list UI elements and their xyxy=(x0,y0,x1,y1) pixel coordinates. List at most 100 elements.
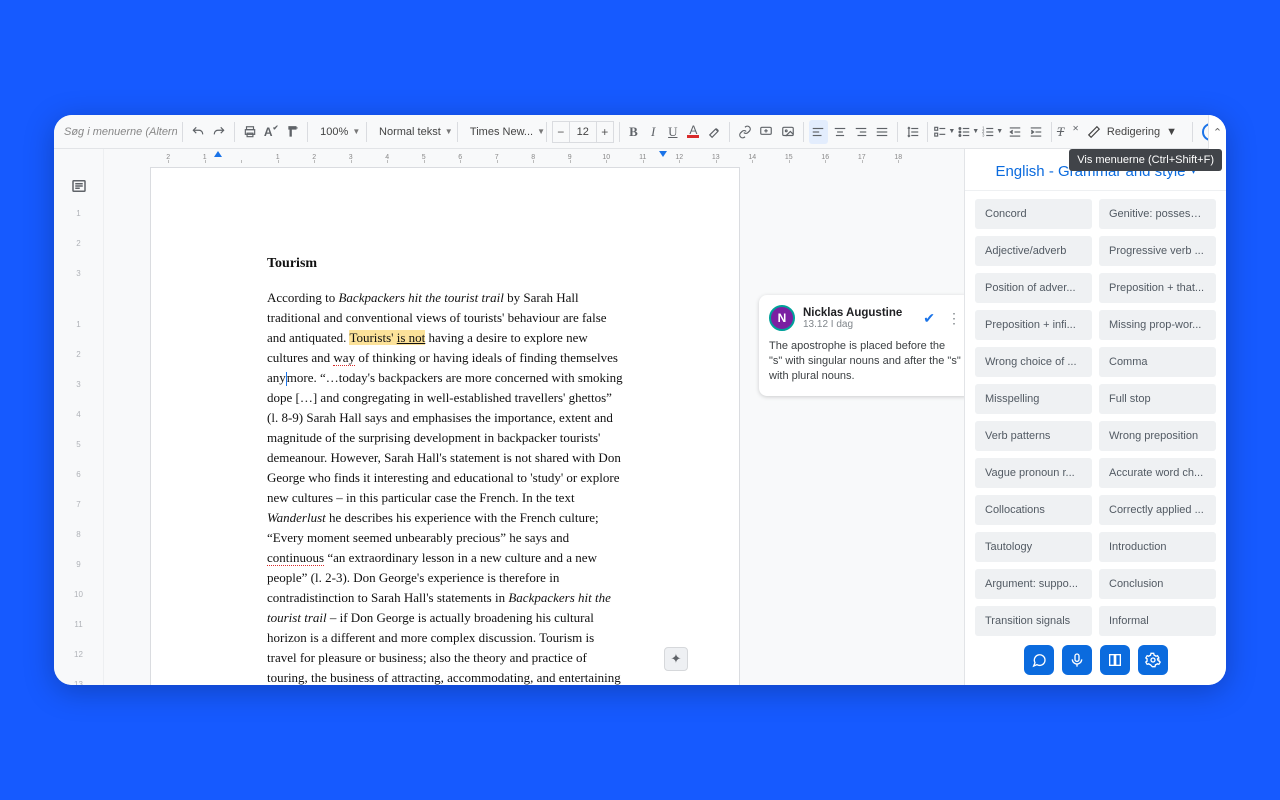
comment-time: 13.12 I dag xyxy=(803,319,902,330)
hide-menus-button[interactable]: ⌃ xyxy=(1208,115,1226,149)
chip[interactable]: Transition signals xyxy=(975,606,1092,636)
columns-button[interactable] xyxy=(1100,645,1130,675)
align-justify-button[interactable] xyxy=(873,120,892,144)
outline-toggle[interactable] xyxy=(70,177,90,197)
align-left-button[interactable] xyxy=(809,120,828,144)
chip[interactable]: Conclusion xyxy=(1099,569,1216,599)
explore-button[interactable]: ✦ xyxy=(664,647,688,671)
chip[interactable]: Genitive: possessive... xyxy=(1099,199,1216,229)
toolbar: Søg i menuerne (Alternativ+/) A✔ 100%▼ N… xyxy=(54,115,1226,149)
vruler-mark: 8 xyxy=(76,530,80,539)
vruler-mark: 7 xyxy=(76,500,80,509)
align-right-button[interactable] xyxy=(851,120,870,144)
font-size-decrease[interactable]: − xyxy=(552,121,570,143)
chip[interactable]: Correctly applied ... xyxy=(1099,495,1216,525)
vertical-ruler: 1231234567891011121314151617181920 xyxy=(54,209,103,685)
separator xyxy=(927,122,928,142)
chip[interactable]: Preposition + that... xyxy=(1099,273,1216,303)
ruler-mark: 10 xyxy=(588,154,625,161)
italic-button[interactable]: I xyxy=(644,120,662,144)
spellcheck-button[interactable]: A✔ xyxy=(261,120,280,144)
chip[interactable]: Informal xyxy=(1099,606,1216,636)
comment-menu-button[interactable]: ⋮ xyxy=(947,313,961,323)
insert-link-button[interactable] xyxy=(735,120,754,144)
font-size-value[interactable]: 12 xyxy=(570,121,596,143)
indent-decrease-button[interactable] xyxy=(1005,120,1024,144)
chip-grid: ConcordGenitive: possessive...Adjective/… xyxy=(965,191,1226,646)
insert-image-button[interactable] xyxy=(778,120,797,144)
chip[interactable]: Argument: suppo... xyxy=(975,569,1092,599)
paint-format-button[interactable] xyxy=(283,120,302,144)
vruler-mark: 2 xyxy=(76,350,80,359)
ruler-mark: 14 xyxy=(734,154,771,161)
ruler-mark: 17 xyxy=(844,154,881,161)
vruler-mark: 6 xyxy=(76,470,80,479)
font-family-dropdown[interactable]: Times New...▼ xyxy=(463,120,541,144)
chip[interactable]: Position of adver... xyxy=(975,273,1092,303)
resolve-comment-button[interactable]: ✔ xyxy=(923,310,935,327)
doc-body[interactable]: According to Backpackers hit the tourist… xyxy=(267,288,623,685)
vruler-mark: 3 xyxy=(76,380,80,389)
edit-mode-dropdown[interactable]: Redigering ▼ xyxy=(1081,125,1183,139)
document-page[interactable]: Tourism According to Backpackers hit the… xyxy=(150,167,740,685)
chip[interactable]: Wrong preposition xyxy=(1099,421,1216,451)
tooltip: Vis menuerne (Ctrl+Shift+F) xyxy=(1069,149,1222,171)
print-button[interactable] xyxy=(240,120,259,144)
chip[interactable]: Vague pronoun r... xyxy=(975,458,1092,488)
font-size-increase[interactable]: + xyxy=(596,121,614,143)
chip[interactable]: Tautology xyxy=(975,532,1092,562)
separator xyxy=(234,122,235,142)
workspace: 1231234567891011121314151617181920 21123… xyxy=(54,149,1226,685)
highlight-button[interactable] xyxy=(705,120,724,144)
chip[interactable]: Comma xyxy=(1099,347,1216,377)
paragraph-style-dropdown[interactable]: Normal tekst▼ xyxy=(372,120,452,144)
chip[interactable]: Misspelling xyxy=(975,384,1092,414)
text-color-button[interactable]: A xyxy=(684,120,703,144)
settings-button[interactable] xyxy=(1138,645,1168,675)
underline-button[interactable]: U xyxy=(664,120,682,144)
insert-comment-button[interactable] xyxy=(757,120,776,144)
panel-actions xyxy=(965,645,1226,675)
chip[interactable]: Accurate word ch... xyxy=(1099,458,1216,488)
vruler-mark: 2 xyxy=(76,239,80,248)
ruler-mark: 15 xyxy=(771,154,808,161)
checklist-button[interactable]: ▼ xyxy=(933,120,955,144)
chip[interactable]: Collocations xyxy=(975,495,1092,525)
redo-button[interactable] xyxy=(210,120,229,144)
zoom-dropdown[interactable]: 100%▼ xyxy=(313,120,361,144)
chip[interactable]: Introduction xyxy=(1099,532,1216,562)
align-center-button[interactable] xyxy=(830,120,849,144)
ruler-mark: 12 xyxy=(661,154,698,161)
chip[interactable]: Adjective/adverb xyxy=(975,236,1092,266)
chevron-down-icon: ▼ xyxy=(537,127,545,136)
indent-increase-button[interactable] xyxy=(1027,120,1046,144)
clear-formatting-button[interactable]: T✕ xyxy=(1057,120,1079,144)
vruler-mark: 11 xyxy=(74,620,82,629)
chip[interactable]: Full stop xyxy=(1099,384,1216,414)
chip[interactable]: Concord xyxy=(975,199,1092,229)
vruler-mark: 4 xyxy=(76,410,80,419)
vruler-mark: 3 xyxy=(76,269,80,278)
chip[interactable]: Missing prop-wor... xyxy=(1099,310,1216,340)
comment-card[interactable]: N Nicklas Augustine 13.12 I dag ✔ ⋮ The … xyxy=(759,295,964,396)
chip[interactable]: Verb patterns xyxy=(975,421,1092,451)
chip[interactable]: Progressive verb ... xyxy=(1099,236,1216,266)
chat-button[interactable] xyxy=(1024,645,1054,675)
line-spacing-button[interactable] xyxy=(903,120,922,144)
comment-body: The apostrophe is placed before the "s" … xyxy=(769,339,961,384)
mic-button[interactable] xyxy=(1062,645,1092,675)
vruler-mark: 9 xyxy=(76,560,80,569)
ruler-mark: 6 xyxy=(442,154,479,161)
separator xyxy=(619,122,620,142)
bullet-list-button[interactable]: ▼ xyxy=(957,120,979,144)
numbered-list-button[interactable]: 123▼ xyxy=(981,120,1003,144)
ruler-mark: 1 xyxy=(187,154,224,161)
menu-search[interactable]: Søg i menuerne (Alternativ+/) xyxy=(60,126,177,138)
ruler-mark: 4 xyxy=(369,154,406,161)
chip[interactable]: Wrong choice of ... xyxy=(975,347,1092,377)
vruler-mark: 12 xyxy=(74,650,83,659)
separator xyxy=(1192,122,1193,142)
undo-button[interactable] xyxy=(188,120,207,144)
chip[interactable]: Preposition + infi... xyxy=(975,310,1092,340)
bold-button[interactable]: B xyxy=(625,120,643,144)
